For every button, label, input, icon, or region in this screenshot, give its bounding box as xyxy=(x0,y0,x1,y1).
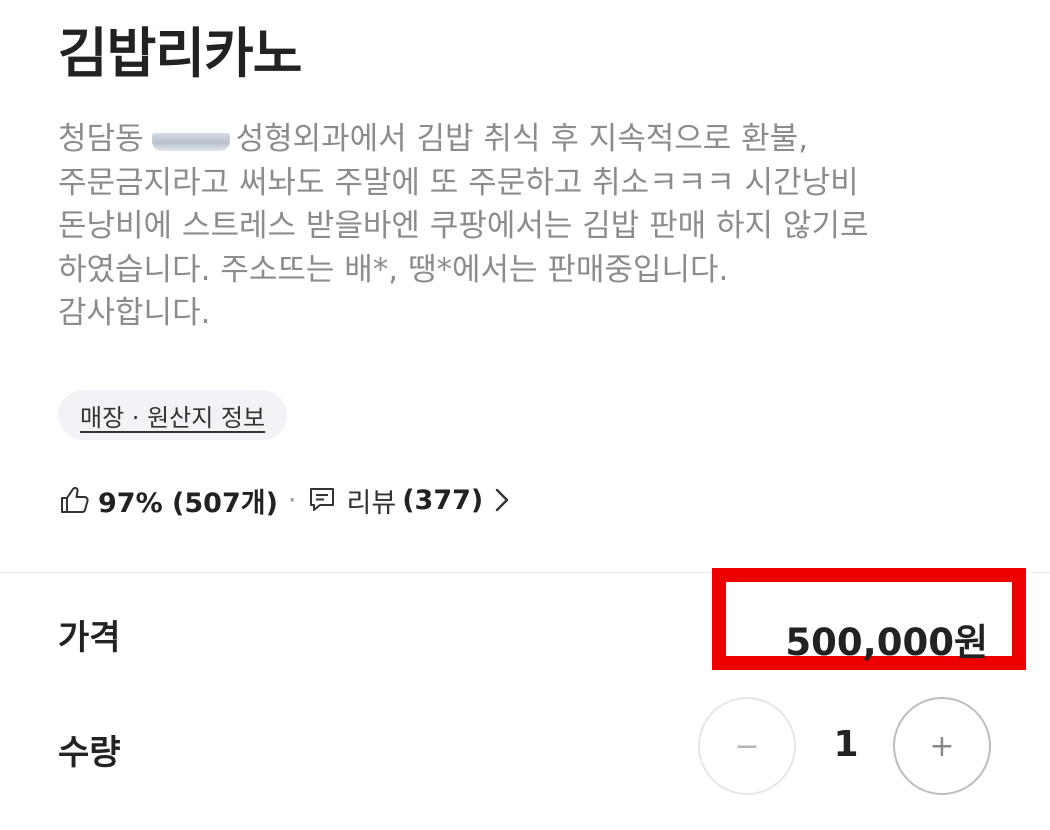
product-title: 김밥리카노 xyxy=(58,22,302,85)
rating-review-summary[interactable]: 97% (507개) · 리뷰 (377) xyxy=(58,478,513,522)
quantity-value: 1 xyxy=(833,724,859,765)
product-description: 청담동 성형외과에서 김밥 취식 후 지속적으로 환불, 주문금지라고 써놔도 주… xyxy=(58,118,1018,336)
description-line-4: 하였습니다. 주소뜨는 배*, 땡*에서는 판매중입니다. xyxy=(58,251,729,288)
plus-icon: + xyxy=(929,728,955,764)
chevron-right-icon xyxy=(491,485,513,515)
description-line-3: 돈낭비에 스트레스 받을바엔 쿠팡에서는 김밥 판매 하지 않기로 xyxy=(58,208,869,244)
description-line-2: 주문금지라고 써놔도 주말에 또 주문하고 취소ㅋㅋㅋ 시간낭비 xyxy=(58,164,859,201)
description-line-1-end: 성형외과에서 김밥 취식 후 지속적으로 환불, xyxy=(235,121,809,157)
thumbs-up-icon xyxy=(58,484,90,516)
quantity-label: 수량 xyxy=(58,733,121,773)
store-origin-info-label: 매장 · 원산지 정보 xyxy=(80,403,266,432)
price-value: 500,000원 xyxy=(785,621,988,664)
price-label: 가격 xyxy=(58,618,121,658)
description-line-5: 감사합니다. xyxy=(58,295,211,331)
like-percentage: 97% (507개) xyxy=(98,487,278,519)
review-count: (377) xyxy=(402,484,484,516)
quantity-decrease-button[interactable]: − xyxy=(698,697,796,795)
description-line-1-start: 청담동 xyxy=(58,121,144,157)
description-line-1: 청담동 성형외과에서 김밥 취식 후 지속적으로 환불, xyxy=(58,118,1018,162)
comment-icon xyxy=(307,484,339,516)
stats-separator: · xyxy=(287,484,297,516)
review-label: 리뷰 xyxy=(346,487,397,519)
minus-icon: − xyxy=(734,728,760,764)
redaction-mark xyxy=(151,133,230,151)
quantity-increase-button[interactable]: + xyxy=(893,697,991,795)
store-origin-info-button[interactable]: 매장 · 원산지 정보 xyxy=(58,390,288,440)
